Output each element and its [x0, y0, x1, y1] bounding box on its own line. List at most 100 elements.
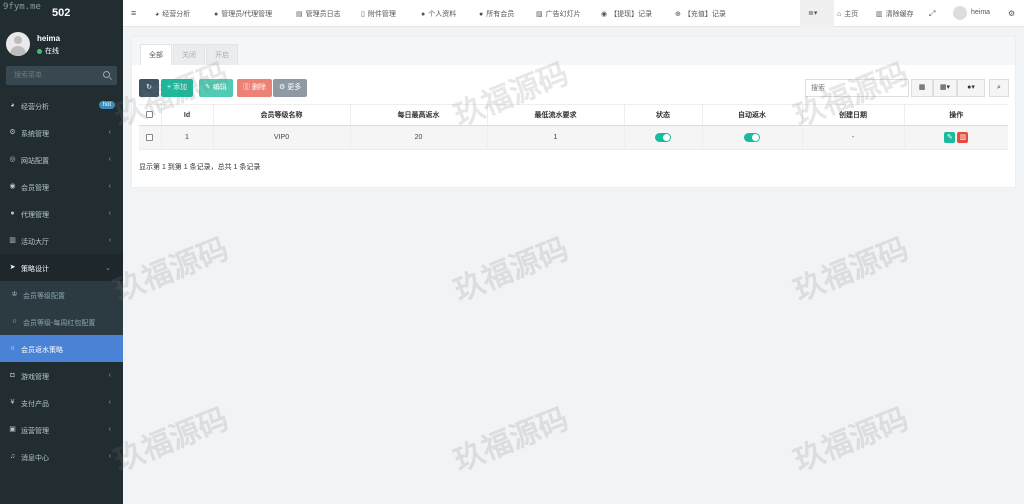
- user-panel: heima 在线: [0, 27, 123, 65]
- sidebar-item-weekly-redpack[interactable]: ○ 会员等级-每周红包配置: [0, 308, 123, 335]
- home-label: 主页: [844, 11, 859, 18]
- topnav-admin-agent[interactable]: ● 管理员/代理管理: [214, 9, 272, 19]
- refresh-button[interactable]: ↻: [139, 79, 159, 97]
- chevron-down-icon: ⌄: [105, 265, 111, 272]
- cell-id: 1: [160, 125, 213, 150]
- sidebar-item-level-config[interactable]: ♔ 会员等级配置: [0, 281, 123, 308]
- online-dot-icon: [37, 48, 42, 54]
- table-row: 1 VIP0 20 1 - ✎ ▥: [139, 125, 1008, 150]
- select-all-checkbox-cell: [139, 104, 161, 126]
- menu-search-input[interactable]: [6, 66, 96, 85]
- avatar[interactable]: [953, 6, 967, 20]
- advanced-search-button[interactable]: ⌕: [989, 79, 1009, 97]
- home-link[interactable]: ⌂ 主页: [837, 9, 858, 19]
- row-edit-button[interactable]: ✎: [944, 132, 956, 143]
- sidebar-item-system[interactable]: ⚙ 系统管理 ‹: [0, 119, 123, 146]
- bars-dropdown-icon: ≣▾: [808, 10, 818, 17]
- auto-rebate-toggle[interactable]: [744, 133, 760, 142]
- trash-icon: ▥: [959, 134, 967, 141]
- clear-cache-button[interactable]: ▥ 清除缓存: [876, 9, 914, 19]
- columns-dropdown[interactable]: ▦▾: [933, 79, 957, 97]
- row-delete-button[interactable]: ▥: [957, 132, 969, 143]
- sidebar-item-games[interactable]: ◘ 游戏管理 ‹: [0, 362, 123, 389]
- sidebar-item-strategy[interactable]: ➤ 策略设计 ⌄: [0, 254, 123, 281]
- edit-button[interactable]: ✎ 编辑: [199, 79, 233, 97]
- watermark: 玖福源码: [789, 231, 914, 309]
- fullscreen-icon[interactable]: ⤢: [929, 9, 935, 19]
- dashboard-icon: ◕: [10, 102, 15, 109]
- bell-icon: ♫: [9, 453, 16, 460]
- tab-open[interactable]: 开启: [206, 44, 238, 65]
- hamburger-menu-icon[interactable]: ≡: [131, 8, 136, 18]
- briefcase-icon: ▣: [9, 426, 16, 433]
- topnav-withdraw-records[interactable]: ◉ 【提现】记录: [601, 9, 652, 19]
- topnav-label: 广告幻灯片: [545, 11, 581, 18]
- list-icon: ▤: [296, 11, 303, 18]
- search-icon[interactable]: [103, 71, 110, 78]
- tab-closed[interactable]: 关闭: [173, 44, 205, 65]
- user-icon: ●: [421, 11, 426, 18]
- topnav-slides[interactable]: ▨ 广告幻灯片: [536, 9, 581, 19]
- cogs-icon: ⚙: [9, 129, 16, 136]
- chevron-left-icon: ‹: [108, 372, 111, 379]
- chevron-left-icon: ‹: [108, 426, 111, 433]
- add-button[interactable]: + 添加: [161, 79, 194, 97]
- col-header: 会员等级名称: [212, 104, 350, 126]
- topnav-all-members[interactable]: ● 所有会员: [479, 9, 514, 19]
- watermark: 玖福源码: [449, 231, 574, 309]
- sidebar-item-site-config[interactable]: ◎ 网站配置 ‹: [0, 146, 123, 173]
- chevron-left-icon: ‹: [108, 210, 111, 217]
- sidebar-item-payment[interactable]: ¥ 支付产品 ‹: [0, 389, 123, 416]
- sidebar-item-analytics[interactable]: ◕ 经营分析 hot: [0, 92, 123, 119]
- tab-all[interactable]: 全部: [140, 44, 172, 65]
- export-user-icon: ●▾: [967, 84, 975, 91]
- delete-button[interactable]: ▥ 删除: [237, 79, 272, 97]
- watermark: 玖福源码: [789, 401, 914, 479]
- toggle-view-button[interactable]: ▦: [911, 79, 933, 97]
- theme-dropdown[interactable]: ≣▾: [800, 0, 834, 27]
- table-search-input[interactable]: [805, 79, 909, 97]
- topnav-profile[interactable]: ● 个人资料: [421, 9, 456, 19]
- chevron-left-icon: ‹: [108, 156, 111, 163]
- image-icon: ▨: [536, 11, 543, 18]
- sidebar-item-messages[interactable]: ♫ 消息中心 ‹: [0, 443, 123, 470]
- topnav-username[interactable]: heima: [971, 9, 990, 16]
- cell-actions: ✎ ▥: [903, 125, 1008, 150]
- sidebar-item-activity[interactable]: ▥ 活动大厅 ‹: [0, 227, 123, 254]
- more-button[interactable]: ⚙ 更多: [273, 79, 308, 97]
- sidebar-item-members[interactable]: ◉ 会员管理 ‹: [0, 173, 123, 200]
- topnav-attachments[interactable]: ▯ 附件管理: [361, 9, 396, 19]
- topnav-admin-log[interactable]: ▤ 管理员日志: [296, 9, 341, 19]
- sidebar-item-agents[interactable]: ● 代理管理 ‹: [0, 200, 123, 227]
- watermark-url: 9fym.me: [3, 2, 41, 12]
- user-status-text: 在线: [45, 48, 59, 55]
- col-header: 创建日期: [801, 104, 904, 126]
- dashboard-icon: ◕: [155, 11, 160, 18]
- brand-bar: 9fym.me 502: [0, 0, 123, 27]
- chevron-left-icon: ‹: [108, 453, 111, 460]
- brand-title[interactable]: 502: [52, 7, 70, 19]
- status-toggle[interactable]: [655, 133, 671, 142]
- sidebar-item-operations[interactable]: ▣ 运营管理 ‹: [0, 416, 123, 443]
- settings-gear-icon[interactable]: ⚙: [1008, 9, 1015, 18]
- file-icon: ▯: [361, 11, 365, 18]
- watermark: 玖福源码: [109, 401, 234, 479]
- data-table: Id 会员等级名称 每日最高返水 最低流水要求 状态 自动返水 创建日期 操作 …: [139, 104, 1008, 150]
- col-header: 状态: [623, 104, 702, 126]
- select-all-checkbox[interactable]: [146, 111, 154, 119]
- cell-created: -: [801, 125, 904, 150]
- topnav-label: 管理员/代理管理: [221, 11, 273, 18]
- topnav-recharge-records[interactable]: ⊕ 【充值】记录: [675, 9, 726, 19]
- sidebar-item-rebate-strategy[interactable]: ○ 会员返水策略: [0, 335, 123, 362]
- col-header[interactable]: Id: [160, 104, 213, 126]
- table-header-row: Id 会员等级名称 每日最高返水 最低流水要求 状态 自动返水 创建日期 操作: [139, 104, 1008, 126]
- topnav-analytics[interactable]: ◕ 经营分析: [155, 9, 190, 19]
- export-dropdown[interactable]: ●▾: [957, 79, 985, 97]
- row-checkbox[interactable]: [146, 133, 154, 141]
- more-label: 更多: [287, 84, 302, 91]
- chevron-left-icon: ‹: [108, 237, 111, 244]
- search-icon: ⌕: [997, 84, 1001, 91]
- hot-badge: hot: [98, 101, 115, 109]
- watermark: 玖福源码: [109, 231, 234, 309]
- pencil-icon: ✎: [946, 134, 953, 141]
